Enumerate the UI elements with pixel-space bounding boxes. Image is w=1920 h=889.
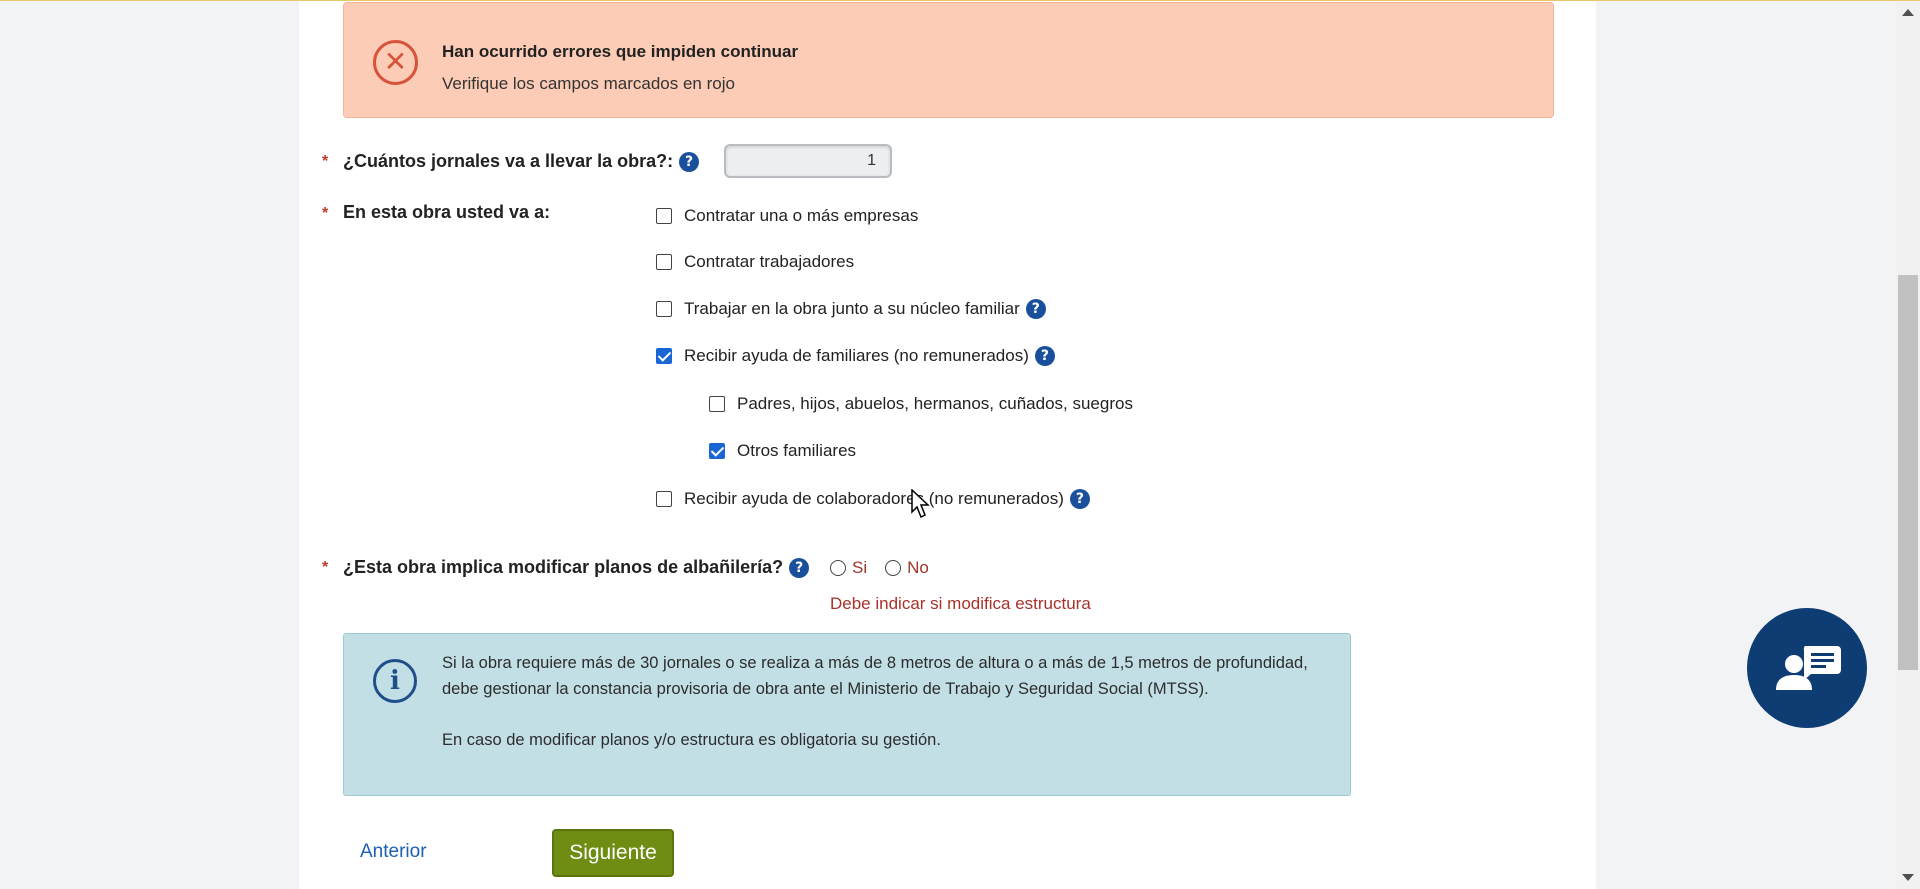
radio-label: No	[907, 558, 929, 577]
checkbox-ayuda-familiares[interactable]: Recibir ayuda de familiares (no remunera…	[656, 346, 1055, 366]
checkbox-label: Recibir ayuda de familiares (no remunera…	[684, 346, 1029, 365]
info-paragraph: En caso de modificar planos y/o estructu…	[442, 731, 941, 749]
help-icon[interactable]: ?	[789, 558, 810, 579]
checkbox[interactable]	[709, 396, 725, 412]
checkbox-otros-familiares[interactable]: Otros familiares	[709, 441, 856, 461]
required-marker: *	[322, 153, 329, 170]
previous-link[interactable]: Anterior	[360, 841, 427, 863]
required-marker: *	[322, 205, 329, 222]
scroll-thumb[interactable]	[1898, 275, 1918, 670]
checkbox[interactable]	[656, 208, 672, 224]
planos-error: Debe indicar si modifica estructura	[830, 594, 1091, 613]
error-banner: ✕ Han ocurrido errores que impiden conti…	[343, 2, 1554, 118]
checkbox-contratar-trabajadores[interactable]: Contratar trabajadores	[656, 252, 854, 272]
checkbox-ayuda-colaboradores[interactable]: Recibir ayuda de colaboradores (no remun…	[656, 489, 1090, 509]
jornales-input[interactable]	[724, 144, 892, 178]
radio-button[interactable]	[830, 560, 846, 576]
radio-no[interactable]: No	[885, 558, 929, 578]
checkbox[interactable]	[656, 254, 672, 270]
help-icon[interactable]: ?	[1069, 489, 1090, 509]
info-icon: i	[373, 659, 417, 703]
required-marker: *	[322, 559, 329, 576]
checkbox[interactable]	[656, 301, 672, 317]
checkbox-label: Otros familiares	[737, 441, 857, 460]
checkbox-label: Trabajar en la obra junto a su núcleo fa…	[684, 299, 1020, 318]
x-circle-icon: ✕	[373, 40, 418, 85]
jornales-label: ¿Cuántos jornales va a llevar la obra?:?	[343, 151, 700, 173]
vertical-scrollbar[interactable]	[1896, 1, 1920, 889]
help-icon[interactable]: ?	[1034, 346, 1055, 366]
scroll-up-arrow-icon[interactable]	[1902, 9, 1914, 16]
checkbox-nucleo-familiar[interactable]: Trabajar en la obra junto a su núcleo fa…	[656, 299, 1046, 319]
radio-label: Si	[852, 558, 868, 577]
checkbox-label: Recibir ayuda de colaboradores (no remun…	[684, 489, 1064, 508]
checkbox-label: Contratar trabajadores	[684, 252, 855, 271]
checkbox-label: Padres, hijos, abuelos, hermanos, cuñado…	[737, 394, 1133, 413]
error-title: Han ocurrido errores que impiden continu…	[442, 42, 799, 61]
jornales-label-text: ¿Cuántos jornales va a llevar la obra?:	[343, 151, 674, 171]
radio-button[interactable]	[885, 560, 902, 576]
info-paragraph: Si la obra requiere más de 30 jornales o…	[442, 654, 1308, 698]
info-box: i Si la obra requiere más de 30 jornales…	[343, 633, 1351, 796]
checkbox-checked[interactable]	[709, 443, 725, 459]
error-message: Verifique los campos marcados en rojo	[442, 74, 735, 93]
chat-support-icon	[1776, 646, 1841, 690]
checkbox-padres-hijos[interactable]: Padres, hijos, abuelos, hermanos, cuñado…	[709, 394, 1133, 414]
planos-label: ¿Esta obra implica modificar planos de a…	[343, 557, 810, 579]
chat-button[interactable]	[1747, 608, 1867, 728]
help-icon[interactable]: ?	[679, 152, 700, 173]
checkbox-label: Contratar una o más empresas	[684, 206, 919, 225]
checkbox-contratar-empresas[interactable]: Contratar una o más empresas	[656, 206, 918, 226]
planos-label-text: ¿Esta obra implica modificar planos de a…	[343, 557, 784, 577]
checkbox[interactable]	[656, 491, 672, 507]
checkbox-checked[interactable]	[656, 348, 672, 364]
next-button[interactable]: Siguiente	[552, 829, 674, 877]
mouse-cursor-icon	[911, 489, 930, 519]
help-icon[interactable]: ?	[1025, 299, 1046, 319]
info-text: Si la obra requiere más de 30 jornales o…	[442, 651, 1322, 780]
obra-opciones-label: En esta obra usted va a:	[343, 202, 551, 222]
radio-si[interactable]: Si	[830, 558, 867, 578]
scroll-down-arrow-icon[interactable]	[1902, 874, 1914, 881]
planos-radio-group: Si No	[830, 558, 947, 578]
